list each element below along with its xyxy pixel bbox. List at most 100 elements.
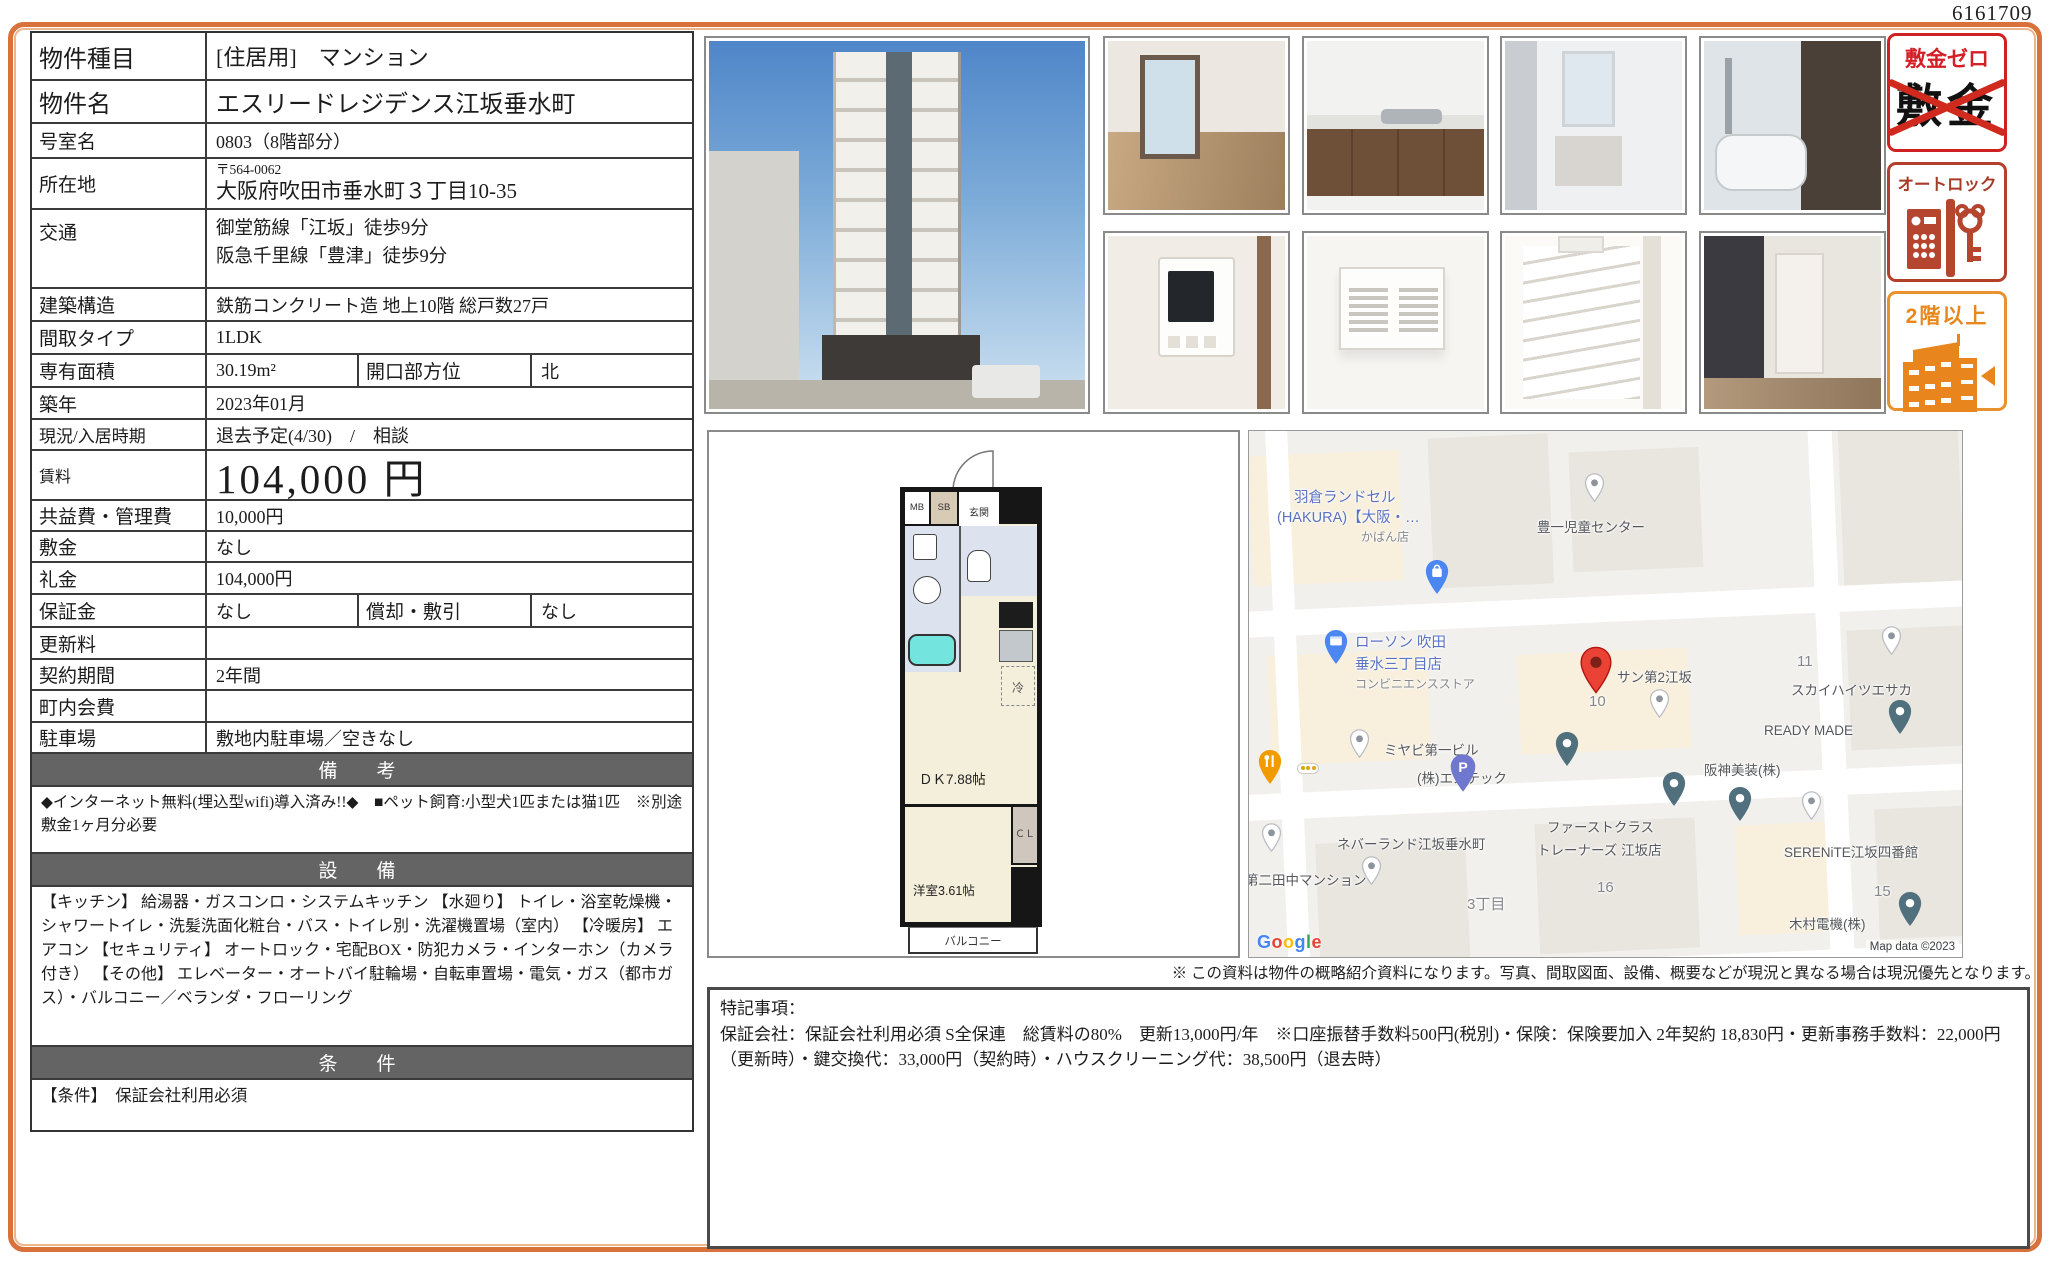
- map-pin-business-icon: [1661, 771, 1687, 807]
- photo-ventilation-unit: [1302, 231, 1489, 414]
- field-value: [住居用] マンション: [207, 33, 692, 79]
- field-label: 開口部方位: [357, 355, 532, 386]
- table-row: 物件種目 [住居用] マンション: [32, 33, 692, 81]
- badge-autolock-title: オートロック: [1890, 171, 2004, 195]
- map-pin-generic-icon: [1801, 791, 1822, 820]
- map-label-block-16: 16: [1597, 879, 1614, 896]
- floorplan-closet-label: ＣＬ: [1011, 807, 1037, 865]
- map-label-neverland: ネバーランド江坂垂水町: [1337, 833, 1486, 853]
- field-value: 2023年01月: [207, 388, 692, 418]
- kitchen-sink: [1381, 109, 1441, 124]
- field-value: 104,000円: [207, 563, 692, 593]
- intercom-screen: [1168, 271, 1214, 323]
- map-pin-business-icon: [1554, 731, 1580, 767]
- special-notes-box: 特記事項： 保証会社：保証会社利用必須 S全保連 総賃料の80% 更新13,00…: [707, 987, 2030, 1249]
- field-label: 賃料: [32, 451, 207, 499]
- map-pin-generic-icon: [1881, 626, 1902, 655]
- badge-second-floor-title: 2階以上: [1890, 300, 2004, 330]
- toilet-icon: [967, 550, 991, 582]
- photo-bathroom: [1699, 36, 1886, 215]
- field-value: エスリードレジデンス江坂垂水町: [207, 81, 692, 122]
- table-row: 賃料 104,000 円: [32, 451, 692, 501]
- field-label: 償却・敷引: [357, 595, 532, 626]
- map-label-san-dai2-esaka: サン第2江坂: [1617, 666, 1692, 686]
- floorplan-mb-label: MB: [905, 492, 931, 526]
- map-pin-business-icon: [1897, 891, 1923, 927]
- field-label: 礼金: [32, 563, 207, 593]
- table-row: 町内会費: [32, 691, 692, 723]
- section-content-biko: ◆インターネット無料(埋込型wifi)導入済み!!◆ ■ペット飼育:小型犬1匹ま…: [32, 787, 692, 854]
- map-label-block-11: 11: [1797, 653, 1813, 670]
- map-label-sky-heights: スカイハイツエサカ: [1791, 679, 1912, 699]
- map-label-lawson-category: コンビニエンスストア: [1355, 675, 1475, 692]
- bathtub: [1715, 134, 1807, 191]
- field-label: 敷金: [32, 532, 207, 561]
- map-label-hakura-1: 羽倉ランドセル: [1294, 486, 1396, 507]
- stove-icon: [999, 602, 1033, 628]
- hall-door: [1775, 253, 1825, 374]
- section-content-setsubi: 【キッチン】 給湯器・ガスコンロ・システムキッチン 【水廻り】 トイレ・浴室乾燥…: [32, 887, 692, 1047]
- field-label: 町内会費: [32, 691, 207, 721]
- parked-car: [972, 365, 1040, 398]
- field-value: 2年間: [207, 660, 692, 689]
- field-value: 10,000円: [207, 501, 692, 530]
- map-attribution: Map data ©2023: [1866, 940, 1959, 954]
- table-row: 駐車場 敷地内駐車場／空きなし: [32, 723, 692, 754]
- field-label: 築年: [32, 388, 207, 418]
- vanity-mirror: [1562, 51, 1615, 127]
- washbasin-icon: [913, 576, 941, 604]
- autolock-intercom-key-icon: [1905, 199, 1989, 277]
- map-label-hanshin-biso: 阪神美装(株): [1704, 759, 1781, 779]
- field-label: 建築構造: [32, 289, 207, 320]
- badge-autolock: オートロック: [1887, 162, 2007, 282]
- field-label: 駐車場: [32, 723, 207, 752]
- field-label: 保証金: [32, 595, 207, 626]
- hall-floor: [1704, 378, 1881, 409]
- field-label: 物件種目: [32, 33, 207, 79]
- field-value: 鉄筋コンクリート造 地上10階 総戸数27戸: [207, 289, 692, 320]
- map-pin-business-icon: [1727, 786, 1753, 822]
- field-value: なし: [207, 532, 692, 561]
- breaker-box: [1558, 236, 1604, 253]
- table-row: 間取タイプ 1LDK: [32, 322, 692, 355]
- svg-text:P: P: [1458, 759, 1467, 775]
- section-content-joken: 【条件】 保証会社利用必須: [32, 1080, 692, 1130]
- map-pin-generic-icon: [1261, 823, 1282, 852]
- location-map: 羽倉ランドセル (HAKURA)【大阪・… かばん店 豊一児童センター 11 ロ…: [1248, 430, 1963, 958]
- address: 大阪府吹田市垂水町３丁目10-35: [216, 178, 517, 204]
- floorplan-sb-label: SB: [931, 492, 959, 526]
- table-row: 専有面積 30.19m² 開口部方位 北: [32, 355, 692, 388]
- field-label: 専有面積: [32, 355, 207, 386]
- map-label-serenite: SERENiTE江坂四番館: [1784, 841, 1918, 861]
- map-label-jido-center: 豊一児童センター: [1537, 516, 1645, 536]
- special-notes-title: 特記事項：: [720, 996, 2017, 1022]
- field-value: [207, 628, 692, 658]
- map-label-block-15: 15: [1874, 883, 1891, 900]
- field-value: 御堂筋線「江坂」徒歩9分 阪急千里線「豊津」徒歩9分: [207, 210, 692, 287]
- field-label: 所在地: [32, 159, 207, 208]
- map-pin-parking-icon: P: [1449, 753, 1477, 793]
- crossed-word-shikikin: 敷金: [1890, 83, 2004, 129]
- map-label-tanaka-mansion: 第二田中マンション: [1248, 869, 1367, 889]
- shoe-cabinet-door: [1643, 236, 1661, 409]
- balcony-door: [1140, 55, 1200, 160]
- washroom-wall: [1505, 41, 1537, 210]
- table-row: 所在地 〒564-0062 大阪府吹田市垂水町３丁目10-35: [32, 159, 692, 210]
- map-pin-shopping-icon: [1424, 559, 1450, 595]
- map-label-lawson-2: 垂水三丁目店: [1355, 653, 1442, 674]
- field-value: [207, 691, 692, 721]
- upper-floor-building-icon: [1899, 332, 1995, 412]
- map-pin-property-location-icon: [1579, 646, 1613, 694]
- map-pin-business-icon: [1887, 699, 1913, 735]
- field-value: 北: [532, 355, 692, 386]
- kitchen-cabinets: [1307, 129, 1484, 197]
- building-window-column: [886, 52, 912, 354]
- table-row: 号室名 0803（8階部分）: [32, 124, 692, 159]
- map-pin-restaurant-icon: [1257, 749, 1283, 785]
- table-row: 物件名 エスリードレジデンス江坂垂水町: [32, 81, 692, 124]
- map-label-kimura: 木村電機(株): [1789, 913, 1866, 933]
- transit-line-1: 御堂筋線「江坂」徒歩9分: [216, 216, 429, 244]
- field-label: 契約期間: [32, 660, 207, 689]
- field-value: 1LDK: [207, 322, 692, 353]
- map-label-block-10: 10: [1589, 693, 1606, 710]
